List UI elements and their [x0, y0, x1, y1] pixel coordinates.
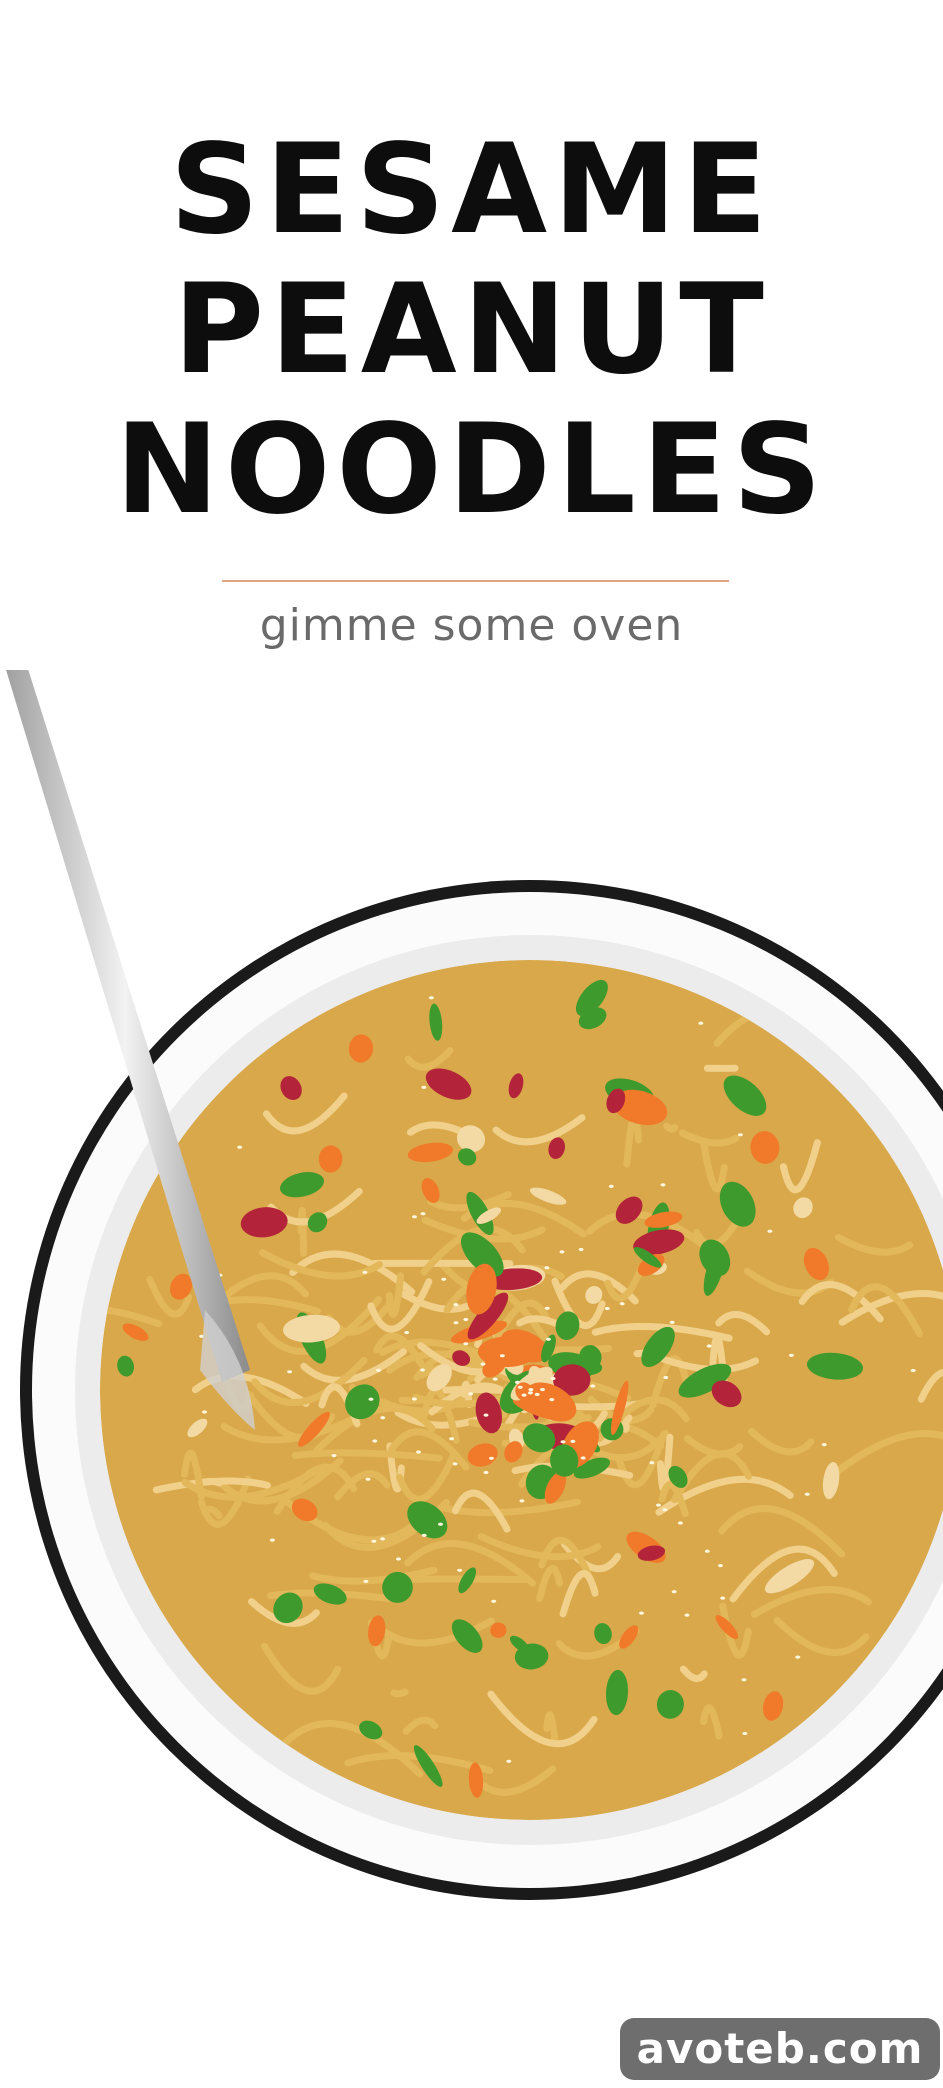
sesame-seed [517, 1385, 523, 1389]
sesame-seed [570, 1439, 576, 1443]
sesame-seed [287, 1370, 293, 1374]
sesame-seed [549, 1398, 555, 1402]
sesame-seed [438, 1522, 443, 1526]
sesame-seed [457, 1568, 463, 1572]
sesame-seed [463, 1317, 469, 1322]
sesame-seed [718, 1564, 723, 1568]
sesame-seed [441, 1277, 447, 1281]
sesame-seed [453, 1321, 459, 1325]
sesame-seed [452, 1462, 458, 1466]
sesame-seed [684, 1613, 690, 1617]
sesame-seed [677, 1521, 683, 1525]
sesame-seed [237, 1145, 243, 1149]
sesame-seed [411, 1397, 417, 1401]
sesame-seed [608, 1184, 614, 1188]
sesame-seed [742, 1731, 748, 1736]
sesame-seed [376, 1368, 382, 1372]
sesame-seed [545, 1337, 551, 1341]
sesame-seed [421, 1533, 427, 1537]
sesame-seed [795, 1655, 801, 1659]
sesame-seed [619, 1302, 625, 1306]
sesame-seed [416, 1450, 421, 1454]
sesame-seed [527, 1391, 533, 1395]
sesame-seed [669, 1320, 675, 1324]
sesame-seed [449, 1437, 455, 1441]
sesame-seed [741, 1678, 747, 1682]
sesame-seed [910, 1368, 916, 1373]
sesame-seed [428, 996, 434, 1000]
sesame-seed [404, 1330, 410, 1335]
sesame-seed [506, 1759, 512, 1763]
sesame-seed [804, 1492, 810, 1496]
sesame-seed [380, 1537, 386, 1541]
sesame-seed [663, 1375, 669, 1380]
sesame-seed [578, 1247, 584, 1252]
sesame-seed [380, 1416, 386, 1420]
sesame-seed [559, 1250, 565, 1254]
sesame-seed [362, 1270, 368, 1274]
sesame-seed [396, 1557, 401, 1561]
topping-piece [477, 1336, 537, 1367]
sesame-seed [590, 1384, 596, 1388]
sesame-seed [519, 1499, 525, 1503]
sesame-seed [544, 1266, 550, 1270]
sesame-seed [363, 1579, 369, 1583]
title-line-1: SESAME [169, 118, 774, 262]
sesame-seed [737, 1133, 743, 1137]
sesame-seed [463, 1342, 469, 1346]
sesame-seed [331, 1454, 337, 1458]
recipe-pin: SESAME PEANUT NOODLES gimme some oven av… [0, 0, 943, 2088]
sesame-seed [492, 1377, 498, 1381]
sesame-seed [480, 1362, 486, 1366]
sesame-seed [499, 1354, 505, 1358]
sesame-seed [720, 1596, 726, 1600]
sesame-seed [483, 1413, 489, 1417]
sesame-seed [371, 1539, 377, 1543]
sesame-seed [706, 1344, 712, 1348]
watermark-badge: avoteb.com [620, 2018, 940, 2080]
brand-subtitle: gimme some oven [259, 600, 684, 651]
sesame-seed [560, 1440, 566, 1444]
sesame-seed [550, 1376, 556, 1381]
noodle-bowl-photo [6, 670, 943, 1900]
sesame-seed [788, 1353, 794, 1357]
sesame-seed [421, 1085, 427, 1089]
sesame-seed [671, 1590, 677, 1594]
sesame-seed [489, 1456, 494, 1460]
sesame-seed [365, 1477, 371, 1481]
sesame-seed [468, 1392, 474, 1396]
title-line-2: PEANUT [173, 258, 770, 402]
sesame-seed [580, 1456, 586, 1460]
sesame-seed [544, 1306, 550, 1310]
sesame-seed [491, 1599, 497, 1603]
sesame-seed [767, 1229, 773, 1233]
sesame-seed [639, 1611, 644, 1615]
sesame-seed [453, 1303, 459, 1307]
sesame-seed [821, 1443, 827, 1447]
sesame-seed [368, 1397, 374, 1401]
sesame-seed [202, 1410, 207, 1414]
title-divider [222, 580, 729, 582]
sesame-seed [420, 1368, 426, 1372]
sesame-seed [604, 1306, 610, 1311]
title-line-3: NOODLES [115, 398, 828, 542]
sesame-seed [514, 1380, 520, 1384]
sesame-seed [704, 1549, 710, 1553]
sesame-seed [269, 1538, 275, 1542]
sesame-seed [483, 1470, 489, 1475]
sesame-seed [540, 1387, 545, 1392]
sesame-seed [662, 1508, 668, 1512]
sesame-seed [528, 1388, 534, 1392]
recipe-title: SESAME PEANUT NOODLES [0, 120, 943, 540]
sesame-seed [372, 1439, 378, 1443]
sesame-seed [534, 1392, 540, 1397]
sesame-seed [420, 1212, 426, 1216]
sesame-seed [656, 1503, 661, 1507]
sesame-seed [698, 1021, 704, 1025]
sesame-seed [649, 1461, 655, 1465]
sesame-seed [521, 1393, 527, 1397]
sesame-seed [412, 1215, 417, 1219]
sesame-seed [660, 1183, 666, 1187]
